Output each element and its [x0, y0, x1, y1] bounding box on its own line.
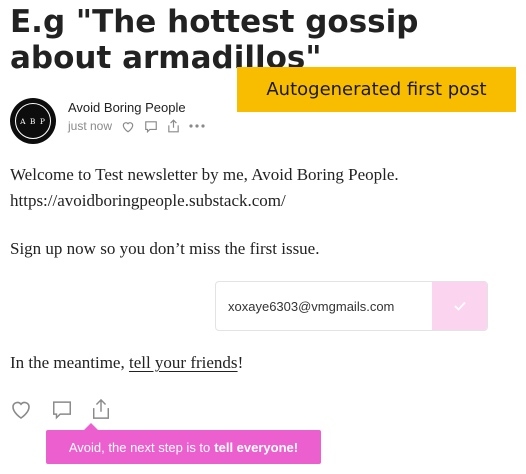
comment-icon[interactable]	[51, 399, 73, 420]
email-field[interactable]	[216, 282, 432, 330]
heart-icon[interactable]	[121, 120, 135, 133]
meantime-paragraph: In the meantime, tell your friends!	[10, 350, 243, 376]
tooltip-text: Avoid, the next step is to	[68, 439, 211, 455]
welcome-text: Welcome to Test newsletter by me, Avoid …	[10, 165, 399, 184]
signup-text: Sign up now so you don’t miss the first …	[10, 239, 320, 258]
tooltip-emphasis: tell everyone!	[214, 439, 299, 455]
subscribe-form	[215, 281, 488, 331]
more-icon[interactable]	[189, 124, 205, 128]
tell-friends-link[interactable]: tell your friends	[129, 353, 238, 372]
avatar-initials: A B P	[15, 103, 51, 139]
newsletter-url: https://avoidboringpeople.substack.com/	[10, 191, 286, 210]
post-actions	[9, 398, 111, 420]
post-meta: just now	[68, 118, 205, 134]
autogenerated-banner: Autogenerated first post	[237, 67, 516, 112]
heart-icon[interactable]	[9, 398, 33, 420]
avatar[interactable]: A B P	[10, 98, 56, 144]
subscribe-button[interactable]	[432, 282, 487, 330]
share-icon[interactable]	[91, 398, 111, 420]
share-icon[interactable]	[167, 119, 180, 133]
comment-icon[interactable]	[144, 120, 158, 133]
timestamp: just now	[68, 119, 113, 133]
welcome-paragraph: Welcome to Test newsletter by me, Avoid …	[10, 162, 399, 214]
post-title: E.g "The hottest gossip about armadillos…	[10, 4, 419, 76]
share-tooltip: Avoid, the next step is to tell everyone…	[46, 423, 321, 464]
check-icon	[453, 301, 466, 311]
author-name[interactable]: Avoid Boring People	[68, 100, 186, 115]
meantime-suffix: !	[237, 353, 244, 372]
meantime-text: In the meantime,	[10, 353, 129, 372]
